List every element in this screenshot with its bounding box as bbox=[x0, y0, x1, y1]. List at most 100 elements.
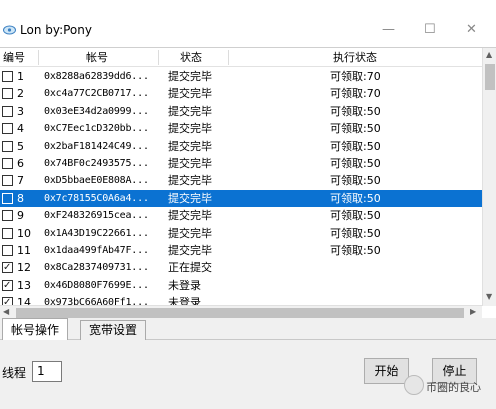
row-number: 13 bbox=[17, 278, 31, 292]
row-state: 提交完毕 bbox=[168, 70, 212, 83]
horizontal-scroll-thumb[interactable] bbox=[16, 308, 464, 318]
wechat-logo-icon bbox=[404, 375, 424, 395]
row-exec-state: 可领取:50 bbox=[330, 226, 381, 240]
row-state: 提交完毕 bbox=[168, 174, 212, 188]
row-number: 5 bbox=[17, 139, 24, 153]
row-number: 9 bbox=[17, 209, 24, 223]
row-checkbox[interactable] bbox=[2, 277, 13, 294]
row-account: 0x46D8080F7699E... bbox=[44, 279, 149, 291]
row-exec-state: 可领取:50 bbox=[330, 104, 381, 118]
scroll-left-arrow-icon[interactable]: ◀ bbox=[3, 307, 9, 316]
row-account: 0x7c78155C0A6a4... bbox=[44, 192, 149, 204]
row-exec-state: 可领取:50 bbox=[330, 122, 381, 136]
row-exec-state: 可领取:50 bbox=[330, 157, 381, 170]
tab-account-ops[interactable]: 帐号操作 bbox=[2, 318, 69, 341]
window-title: Lon by:Pony bbox=[20, 23, 92, 37]
row-checkbox[interactable] bbox=[2, 227, 13, 239]
start-button[interactable]: 开始 bbox=[364, 358, 409, 384]
minimize-button[interactable]: — bbox=[382, 22, 395, 37]
row-number: 1 bbox=[17, 70, 24, 83]
column-separator[interactable] bbox=[158, 50, 159, 65]
row-exec-state: 可领取:50 bbox=[330, 244, 381, 257]
row-account: 0xC7Eec1cD320bb... bbox=[44, 123, 149, 135]
row-number: 7 bbox=[17, 174, 24, 188]
row-exec-state: 可领取:50 bbox=[330, 191, 381, 205]
table-row[interactable]: 7 0xD5bbaeE0E808A... 提交完毕 可领取:50 bbox=[0, 172, 482, 189]
table-row[interactable]: 9 0xF248326915cea... 提交完毕 可领取:50 bbox=[0, 207, 482, 224]
row-account: 0x8Ca2837409731... bbox=[44, 262, 149, 274]
table-row[interactable]: 4 0xC7Eec1cD320bb... 提交完毕 可领取:50 bbox=[0, 120, 482, 137]
watermark-text: 币圈的良心 bbox=[426, 381, 481, 394]
row-state: 未登录 bbox=[168, 278, 201, 292]
row-checkbox[interactable] bbox=[2, 158, 13, 169]
row-account: 0x1daa499fAb47F... bbox=[44, 245, 149, 256]
column-separator[interactable] bbox=[38, 50, 39, 65]
table-row[interactable]: 13 0x46D8080F7699E... 未登录 bbox=[0, 277, 482, 294]
horizontal-scrollbar[interactable]: ◀ ▶ bbox=[0, 305, 482, 319]
row-account: 0xF248326915cea... bbox=[44, 210, 149, 222]
row-exec-state: 可领取:70 bbox=[330, 70, 381, 83]
row-checkbox[interactable] bbox=[2, 245, 13, 256]
column-header-exec-state[interactable]: 执行状态 bbox=[333, 48, 377, 67]
row-number: 12 bbox=[17, 261, 31, 275]
row-state: 提交完毕 bbox=[168, 226, 212, 240]
thread-label: 线程 bbox=[2, 366, 27, 380]
row-account: 0x74BF0c2493575... bbox=[44, 158, 149, 169]
row-number: 8 bbox=[17, 191, 24, 205]
column-header-number[interactable]: 编号 bbox=[3, 48, 25, 67]
tab-strip: 帐号操作 宽带设置 bbox=[0, 318, 496, 341]
scroll-right-arrow-icon[interactable]: ▶ bbox=[470, 307, 476, 316]
row-checkbox[interactable] bbox=[2, 123, 13, 135]
row-checkbox[interactable] bbox=[2, 140, 13, 152]
row-exec-state: 可领取:70 bbox=[330, 87, 381, 101]
row-exec-state: 可领取:50 bbox=[330, 174, 381, 188]
column-header-account[interactable]: 帐号 bbox=[86, 48, 108, 67]
vertical-scrollbar[interactable]: ▲ ▼ bbox=[482, 48, 496, 306]
row-checkbox[interactable] bbox=[2, 105, 13, 117]
row-account: 0x03eE34d2a0999... bbox=[44, 105, 149, 117]
table-row[interactable]: 6 0x74BF0c2493575... 提交完毕 可领取:50 bbox=[0, 155, 482, 172]
vertical-scroll-thumb[interactable] bbox=[485, 64, 495, 90]
row-number: 11 bbox=[17, 244, 31, 257]
row-checkbox[interactable] bbox=[2, 88, 13, 100]
row-state: 提交完毕 bbox=[168, 104, 212, 118]
column-header-state[interactable]: 状态 bbox=[180, 48, 202, 67]
table-row[interactable]: 3 0x03eE34d2a0999... 提交完毕 可领取:50 bbox=[0, 103, 482, 120]
cloud-app-icon bbox=[3, 25, 16, 35]
row-exec-state: 可领取:50 bbox=[330, 209, 381, 223]
table-row[interactable]: 8 0x7c78155C0A6a4... 提交完毕 可领取:50 bbox=[0, 189, 482, 207]
row-number: 2 bbox=[17, 87, 24, 101]
control-panel: 线程 1 开始 停止 币圈的良心 bbox=[0, 340, 496, 409]
row-state: 提交完毕 bbox=[168, 139, 212, 153]
table-row[interactable]: 5 0x2baF181424C49... 提交完毕 可领取:50 bbox=[0, 138, 482, 155]
row-checkbox[interactable] bbox=[2, 259, 13, 276]
row-number: 4 bbox=[17, 122, 24, 136]
column-separator[interactable] bbox=[228, 50, 229, 65]
row-checkbox[interactable] bbox=[2, 175, 13, 187]
row-checkbox[interactable] bbox=[2, 210, 13, 222]
row-state: 提交完毕 bbox=[168, 122, 212, 136]
account-list[interactable]: 编号 帐号 状态 执行状态 1 0x8288a62839dd6... 提交完毕 可领取… bbox=[0, 47, 496, 319]
row-number: 10 bbox=[17, 226, 31, 240]
row-exec-state: 可领取:50 bbox=[330, 139, 381, 153]
row-state: 提交完毕 bbox=[168, 209, 212, 223]
row-state: 正在提交 bbox=[168, 261, 212, 275]
table-row[interactable]: 1 0x8288a62839dd6... 提交完毕 可领取:70 bbox=[0, 68, 482, 85]
row-state: 提交完毕 bbox=[168, 87, 212, 101]
row-state: 提交完毕 bbox=[168, 244, 212, 257]
table-row[interactable]: 10 0x1A43D19C22661... 提交完毕 可领取:50 bbox=[0, 225, 482, 242]
thread-count-input[interactable]: 1 bbox=[32, 361, 62, 382]
row-number: 3 bbox=[17, 104, 24, 118]
row-account: 0xD5bbaeE0E808A... bbox=[44, 175, 149, 187]
scroll-up-arrow-icon[interactable]: ▲ bbox=[486, 50, 492, 59]
tab-bandwidth-settings[interactable]: 宽带设置 bbox=[80, 320, 147, 340]
row-account: 0x1A43D19C22661... bbox=[44, 227, 149, 239]
table-row[interactable]: 11 0x1daa499fAb47F... 提交完毕 可领取:50 bbox=[0, 242, 482, 259]
close-button[interactable]: ✕ bbox=[466, 22, 477, 37]
row-checkbox[interactable] bbox=[2, 71, 13, 82]
table-row[interactable]: 12 0x8Ca2837409731... 正在提交 bbox=[0, 259, 482, 276]
maximize-button[interactable]: ☐ bbox=[424, 22, 436, 37]
row-checkbox[interactable] bbox=[2, 192, 13, 204]
scroll-down-arrow-icon[interactable]: ▼ bbox=[486, 292, 492, 301]
table-row[interactable]: 2 0xc4a77C2CB0717... 提交完毕 可领取:70 bbox=[0, 85, 482, 102]
